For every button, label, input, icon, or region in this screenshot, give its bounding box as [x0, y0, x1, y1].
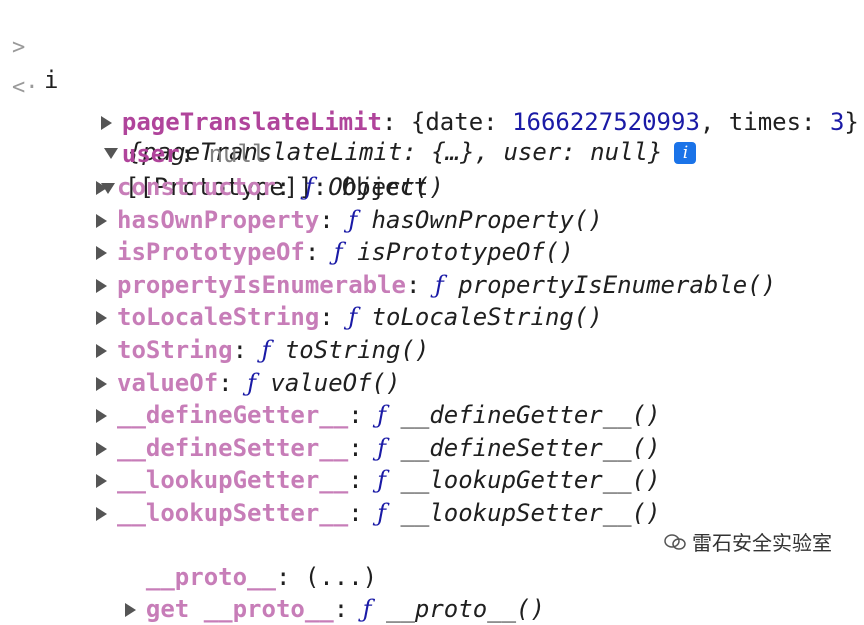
member-key: hasOwnProperty	[117, 205, 320, 234]
member-signature: __defineSetter__()	[400, 433, 661, 462]
member-signature: toString()	[284, 336, 430, 364]
collapse-triangle-icon[interactable]	[96, 344, 107, 358]
prototype-row[interactable]: [[Prototype]]: Object	[72, 139, 428, 201]
prototype-member-row[interactable]: propertyIsEnumerable: ƒ propertyIsEnumer…	[96, 269, 776, 301]
member-key: propertyIsEnumerable	[117, 270, 406, 299]
prototype-member-row[interactable]: toString: ƒ toString()	[96, 334, 429, 366]
member-key: __lookupSetter__	[117, 499, 349, 527]
member-key: __defineSetter__	[117, 433, 349, 462]
member-key: __lookupGetter__	[117, 466, 349, 495]
member-signature: propertyIsEnumerable()	[458, 270, 777, 299]
get-proto-row[interactable]: get __proto__: ƒ __proto__()	[96, 561, 545, 623]
console-output-summary[interactable]: <· {pageTranslateLimit: {…}, user: null}…	[0, 40, 864, 166]
function-icon: ƒ	[377, 401, 386, 430]
member-key: isPrototypeOf	[117, 238, 305, 267]
member-signature: hasOwnProperty()	[371, 205, 603, 234]
member-signature: Object()	[328, 173, 444, 201]
function-icon: ƒ	[377, 433, 386, 462]
prototype-member-row[interactable]: toLocaleString: ƒ toLocaleString()	[96, 301, 603, 333]
member-signature: valueOf()	[270, 368, 401, 397]
info-icon[interactable]: i	[674, 142, 697, 164]
watermark-text: 雷石安全实验室	[692, 531, 832, 555]
collapse-triangle-icon[interactable]	[96, 474, 107, 489]
collapse-triangle-icon[interactable]	[96, 246, 107, 261]
member-signature: __lookupSetter__()	[400, 499, 661, 527]
prototype-member-row[interactable]: __lookupGetter__: ƒ __lookupGetter__()	[96, 464, 661, 496]
collapse-triangle-icon[interactable]	[96, 441, 107, 456]
prototype-member-row[interactable]: __defineGetter__: ƒ __defineGetter__()	[96, 399, 661, 431]
prototype-member-row[interactable]: hasOwnProperty: ƒ hasOwnProperty()	[96, 204, 603, 236]
prototype-member-row[interactable]: constructor: ƒ Object()	[96, 171, 444, 203]
member-key: __defineGetter__	[117, 401, 349, 430]
member-key: toString	[117, 336, 233, 364]
prototype-member-row[interactable]: valueOf: ƒ valueOf()	[96, 367, 400, 399]
proto-accessor-row[interactable]: __proto__: (...)	[117, 529, 377, 591]
property-row-pageTranslateLimit[interactable]: pageTranslateLimit: {date: 1666227520993…	[72, 74, 859, 136]
console-input-line: > i	[0, 0, 58, 94]
prototype-member-row[interactable]: __defineSetter__: ƒ __defineSetter__()	[96, 432, 661, 464]
property-row-user: user: null	[121, 140, 267, 168]
watermark: 雷石安全实验室	[660, 525, 836, 558]
function-icon: ƒ	[348, 303, 358, 332]
output-arrow-icon: <·	[12, 75, 39, 100]
member-key: toLocaleString	[117, 303, 320, 332]
member-key: valueOf	[117, 368, 219, 397]
collapse-triangle-icon[interactable]	[96, 213, 107, 228]
prototype-member-row[interactable]: __lookupSetter__: ƒ __lookupSetter__()	[96, 497, 661, 529]
wechat-icon	[664, 533, 686, 550]
member-signature: toLocaleString()	[371, 303, 603, 332]
function-icon: ƒ	[348, 205, 358, 234]
collapse-triangle-icon[interactable]	[96, 409, 107, 424]
function-icon: ƒ	[247, 368, 256, 397]
collapse-triangle-icon[interactable]	[96, 507, 107, 521]
member-signature: __defineGetter__()	[400, 401, 661, 430]
prototype-member-row[interactable]: isPrototypeOf: ƒ isPrototypeOf()	[96, 236, 574, 268]
member-signature: isPrototypeOf()	[357, 238, 574, 267]
member-signature: __lookupGetter__()	[400, 466, 661, 495]
function-icon: ƒ	[377, 499, 386, 527]
member-key: constructor	[117, 173, 276, 201]
collapse-triangle-icon[interactable]	[96, 181, 107, 195]
function-icon: ƒ	[434, 270, 444, 299]
function-icon: ƒ	[377, 466, 386, 495]
function-icon: ƒ	[333, 238, 343, 267]
collapse-triangle-icon[interactable]	[96, 311, 107, 326]
collapse-triangle-icon[interactable]	[96, 376, 107, 391]
collapse-triangle-icon[interactable]	[124, 603, 136, 617]
collapse-triangle-icon[interactable]	[96, 278, 107, 293]
function-icon: ƒ	[304, 173, 314, 201]
